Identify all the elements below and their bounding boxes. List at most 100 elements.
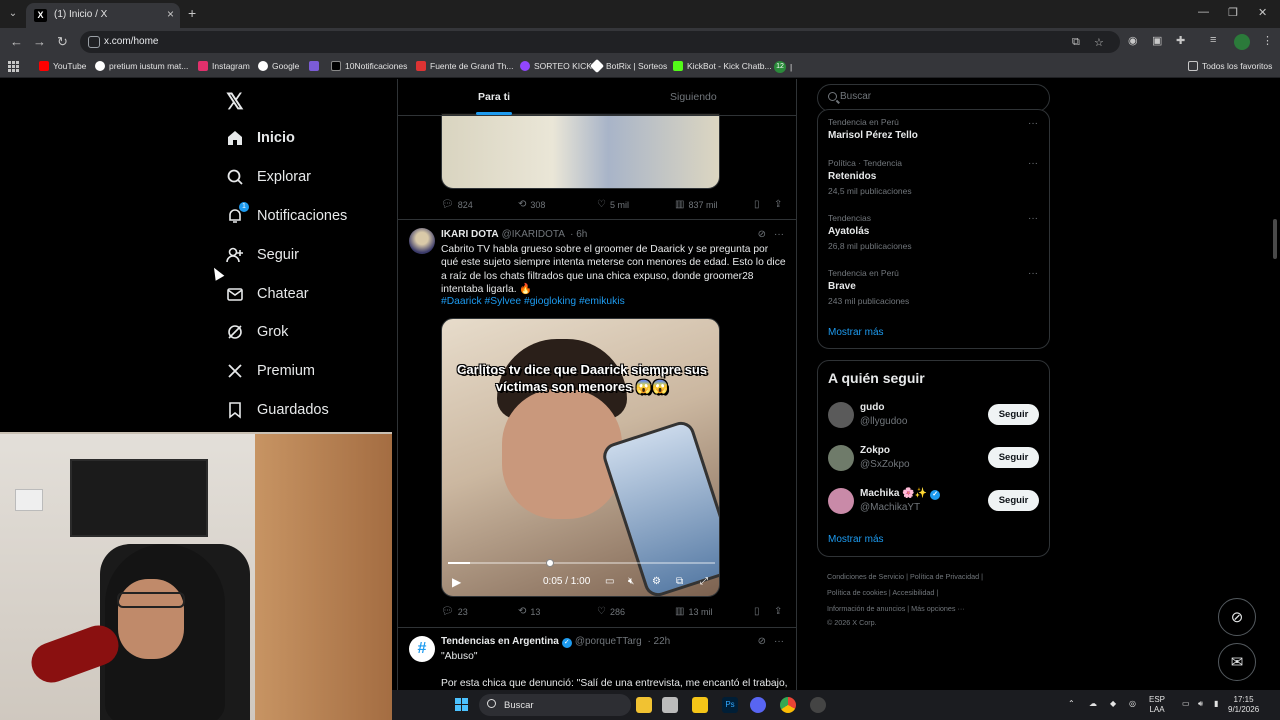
tray-app-icon[interactable]: ◎ — [1129, 699, 1136, 709]
avatar[interactable] — [409, 228, 435, 254]
tab-search-icon[interactable]: ⌄ — [4, 5, 22, 23]
trend-title[interactable]: Marisol Pérez Tello — [828, 130, 918, 141]
share-button[interactable]: ⇪ — [774, 606, 782, 617]
suggested-user-name[interactable]: Zokpo — [860, 445, 890, 456]
views-button[interactable]: ▥ 13 mil — [675, 606, 712, 617]
bookmark-google[interactable]: Google — [258, 61, 299, 71]
scrollbar-thumb[interactable] — [1273, 219, 1277, 259]
photoshop-icon[interactable]: Ps — [722, 697, 738, 713]
video-scrubber-handle[interactable] — [546, 559, 554, 567]
reply-button[interactable]: 💬︎ 23 — [441, 606, 468, 617]
close-window-icon[interactable]: ✕ — [1258, 6, 1267, 19]
tab-close-icon[interactable]: × — [167, 7, 174, 21]
bookmark-pretium[interactable]: pretium iustum mat... — [95, 61, 188, 71]
tray-app-icon[interactable]: ◆ — [1110, 699, 1116, 709]
picture-in-picture-icon[interactable]: ⧉ — [676, 576, 683, 587]
avatar[interactable] — [828, 445, 854, 471]
task-view-icon[interactable] — [636, 697, 652, 713]
post-author-handle[interactable]: @porqueTTarg — [575, 636, 642, 647]
video-player[interactable]: Carlitos tv dice que Daarick siempre sus… — [441, 318, 720, 597]
install-app-icon[interactable]: ⧉ — [1072, 36, 1080, 49]
trend-title[interactable]: Brave — [828, 281, 856, 292]
extensions-puzzle-icon[interactable]: ✚ — [1176, 34, 1185, 47]
more-options-icon[interactable]: ··· — [1028, 118, 1038, 129]
repost-button[interactable]: ⟲ 308 — [518, 199, 545, 210]
avatar[interactable] — [828, 488, 854, 514]
tray-chevron-icon[interactable]: ⌃ — [1068, 699, 1075, 709]
clock[interactable]: 17:15 9/1/2026 — [1228, 695, 1259, 715]
apps-grid-icon[interactable] — [8, 61, 19, 72]
nav-grok[interactable]: Grok — [226, 319, 288, 345]
bookmark-post-button[interactable]: ▯ — [754, 199, 760, 210]
minimize-icon[interactable]: — — [1198, 6, 1209, 18]
site-info-icon[interactable] — [88, 36, 100, 48]
post-author-name[interactable]: Tendencias en Argentina — [441, 636, 559, 647]
chrome-icon[interactable] — [780, 697, 796, 713]
messages-float-button[interactable]: ✉ — [1218, 643, 1256, 681]
bookmark-notificaciones[interactable]: 10Notificaciones — [331, 61, 407, 71]
footer-links[interactable]: Condiciones de Servicio | Política de Pr… — [827, 572, 983, 581]
reload-icon[interactable]: ↻ — [57, 34, 68, 50]
avatar[interactable]: # — [409, 636, 435, 662]
suggested-user-name[interactable]: gudo — [860, 402, 884, 413]
mute-icon[interactable]: 🔇︎ — [628, 576, 634, 587]
fullscreen-icon[interactable]: ⤢ — [700, 576, 708, 587]
restore-icon[interactable]: ❐ — [1228, 6, 1238, 19]
post-author-handle[interactable]: @IKARIDOTA — [502, 229, 565, 240]
nav-home[interactable]: Inicio — [226, 125, 295, 151]
views-button[interactable]: ▥ 837 mil — [675, 199, 717, 210]
captions-icon[interactable]: ▭ — [605, 576, 614, 587]
bookmark-youtube[interactable]: YouTube — [39, 61, 86, 71]
bookmark-sorteo-kick[interactable]: SORTEO KICK — [520, 61, 592, 71]
follow-button[interactable]: Seguir — [988, 490, 1039, 511]
bookmark-gta[interactable]: Fuente de Grand Th... — [416, 61, 513, 71]
more-options-icon[interactable]: ··· — [1028, 213, 1038, 224]
bookmark-kickbot[interactable]: KickBot - Kick Chatb... — [673, 61, 772, 71]
repost-button[interactable]: ⟲ 13 — [518, 606, 540, 617]
language-indicator[interactable]: ESP LAA — [1149, 695, 1165, 715]
share-button[interactable]: ⇪ — [774, 199, 782, 210]
volume-icon[interactable]: 🔊︎ — [1198, 699, 1203, 709]
discord-icon[interactable] — [750, 697, 766, 713]
bookmark-botrix[interactable]: BotRix | Sorteos — [589, 58, 667, 74]
post-time[interactable]: · 6h — [570, 229, 587, 240]
grok-icon[interactable]: ⊘ — [758, 636, 766, 647]
browser-menu-icon[interactable]: ⋮ — [1262, 34, 1273, 47]
browser-tab[interactable]: X (1) Inicio / X × — [26, 3, 180, 28]
previous-post-media[interactable] — [441, 113, 720, 189]
post-time[interactable]: · 22h — [647, 636, 670, 647]
avatar[interactable] — [828, 402, 854, 428]
video-progress-bar[interactable] — [448, 562, 715, 564]
network-icon[interactable]: ▭ — [1182, 699, 1190, 709]
like-button[interactable]: ♡ 5 mil — [597, 199, 629, 210]
show-more-users-link[interactable]: Mostrar más — [828, 534, 884, 545]
bookmark-badge[interactable]: 12 | — [774, 61, 792, 73]
like-button[interactable]: ♡ 286 — [597, 606, 625, 617]
all-favorites-folder[interactable]: Todos los favoritos — [1188, 61, 1272, 71]
back-icon[interactable]: ← — [10, 34, 23, 49]
profile-avatar[interactable] — [1234, 34, 1250, 50]
x-logo-icon[interactable]: 𝕏 — [226, 89, 244, 115]
reading-list-icon[interactable]: ≡ — [1210, 34, 1216, 46]
search-bar[interactable] — [817, 84, 1050, 112]
footer-links[interactable]: Información de anuncios | Más opciones ·… — [827, 604, 965, 613]
more-options-icon[interactable]: ··· — [774, 229, 784, 240]
post-hashtags[interactable]: #Daarick #Sylvee #giogloking #emikukis — [441, 296, 625, 307]
follow-button[interactable]: Seguir — [988, 447, 1039, 468]
tab-following[interactable]: Siguiendo — [670, 91, 717, 103]
address-bar[interactable]: x.com/home ⧉ ☆ — [80, 31, 1120, 53]
tray-app-icon[interactable]: ☁ — [1089, 699, 1097, 709]
reply-button[interactable]: 💬︎ 824 — [441, 199, 473, 210]
settings-gear-icon[interactable]: ⚙ — [652, 576, 661, 587]
nav-follow[interactable]: Seguir — [226, 242, 299, 268]
bookmark-post-button[interactable]: ▯ — [754, 606, 760, 617]
extension-icon[interactable]: ◉ — [1128, 34, 1138, 47]
search-input[interactable] — [840, 91, 1040, 102]
nav-chat[interactable]: Chatear — [226, 281, 309, 307]
extension-icon[interactable]: ▣ — [1152, 34, 1162, 47]
taskbar-search[interactable]: Buscar — [479, 694, 631, 716]
follow-button[interactable]: Seguir — [988, 404, 1039, 425]
nav-explore[interactable]: Explorar — [226, 164, 311, 190]
nav-premium[interactable]: Premium — [226, 358, 315, 384]
more-options-icon[interactable]: ··· — [1028, 268, 1038, 279]
